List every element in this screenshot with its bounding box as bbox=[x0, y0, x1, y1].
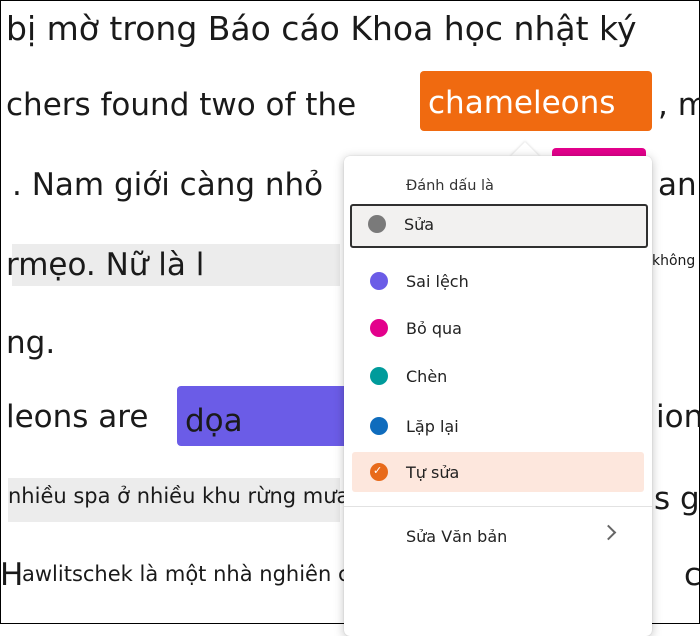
doc-line-2-right: , m bbox=[658, 87, 700, 123]
doc-line-3: . Nam giới càng nhỏ bbox=[12, 167, 324, 203]
orange-check-icon: ✓ bbox=[370, 463, 388, 481]
doa-text: dọa bbox=[185, 403, 243, 439]
doc-line-5: ng. bbox=[6, 325, 56, 361]
chameleons-highlight[interactable]: chameleons bbox=[420, 71, 652, 131]
menu-header: Đánh dấu là bbox=[406, 178, 494, 194]
doc-line-8-right: c bbox=[684, 557, 700, 593]
doc-line-8-lead: H bbox=[0, 557, 24, 593]
menu-item-label: Sai lệch bbox=[406, 272, 469, 291]
menu-item-label: Chèn bbox=[406, 367, 448, 386]
blue-dot-icon bbox=[370, 417, 388, 435]
doc-line-1: bị mờ trong Báo cáo Khoa học nhật ký bbox=[6, 9, 637, 48]
mark-as-menu: Đánh dấu là Sửa Sai lệch Bỏ qua Chèn Lặp… bbox=[344, 156, 652, 636]
doc-line-6-right: ion bbox=[656, 399, 700, 435]
purple-dot-icon bbox=[370, 272, 388, 290]
menu-item-chen[interactable]: Chèn bbox=[352, 356, 644, 396]
menu-item-label: Bỏ qua bbox=[406, 319, 462, 338]
doc-line-4: rmẹo. Nữ là l bbox=[6, 247, 205, 283]
doc-line-2: chers found two of the bbox=[6, 87, 357, 123]
gray-dot-icon bbox=[368, 215, 386, 233]
magenta-dot-icon bbox=[370, 319, 388, 337]
menu-item-bo-qua[interactable]: Bỏ qua bbox=[352, 308, 644, 348]
menu-item-lap-lai[interactable]: Lặp lại bbox=[352, 406, 644, 446]
menu-item-label: Sửa Văn bản bbox=[406, 527, 508, 546]
menu-divider bbox=[344, 506, 652, 507]
chameleons-text: chameleons bbox=[428, 85, 616, 121]
doc-line-4-right: không bbox=[652, 253, 696, 269]
chevron-right-icon bbox=[600, 524, 617, 541]
doc-line-7: nhiều spa ở nhiều khu rừng mưa bbox=[8, 484, 350, 508]
menu-item-label: Tự sửa bbox=[406, 463, 460, 482]
menu-item-edit-text[interactable]: Sửa Văn bản bbox=[352, 518, 644, 552]
menu-item-tu-sua[interactable]: ✓ Tự sửa bbox=[352, 452, 644, 492]
doc-line-7-right: s g bbox=[654, 481, 700, 517]
doc-line-6-left: leons are bbox=[6, 399, 149, 435]
menu-item-sua[interactable]: Sửa bbox=[350, 204, 648, 248]
menu-item-label: Lặp lại bbox=[406, 417, 459, 436]
doa-highlight[interactable]: dọa bbox=[177, 386, 345, 446]
teal-dot-icon bbox=[370, 367, 388, 385]
doc-line-3-right: an bbox=[658, 167, 697, 203]
menu-item-label: Sửa bbox=[404, 215, 435, 234]
menu-caret bbox=[510, 142, 540, 157]
menu-item-sai-lech[interactable]: Sai lệch bbox=[352, 261, 644, 301]
